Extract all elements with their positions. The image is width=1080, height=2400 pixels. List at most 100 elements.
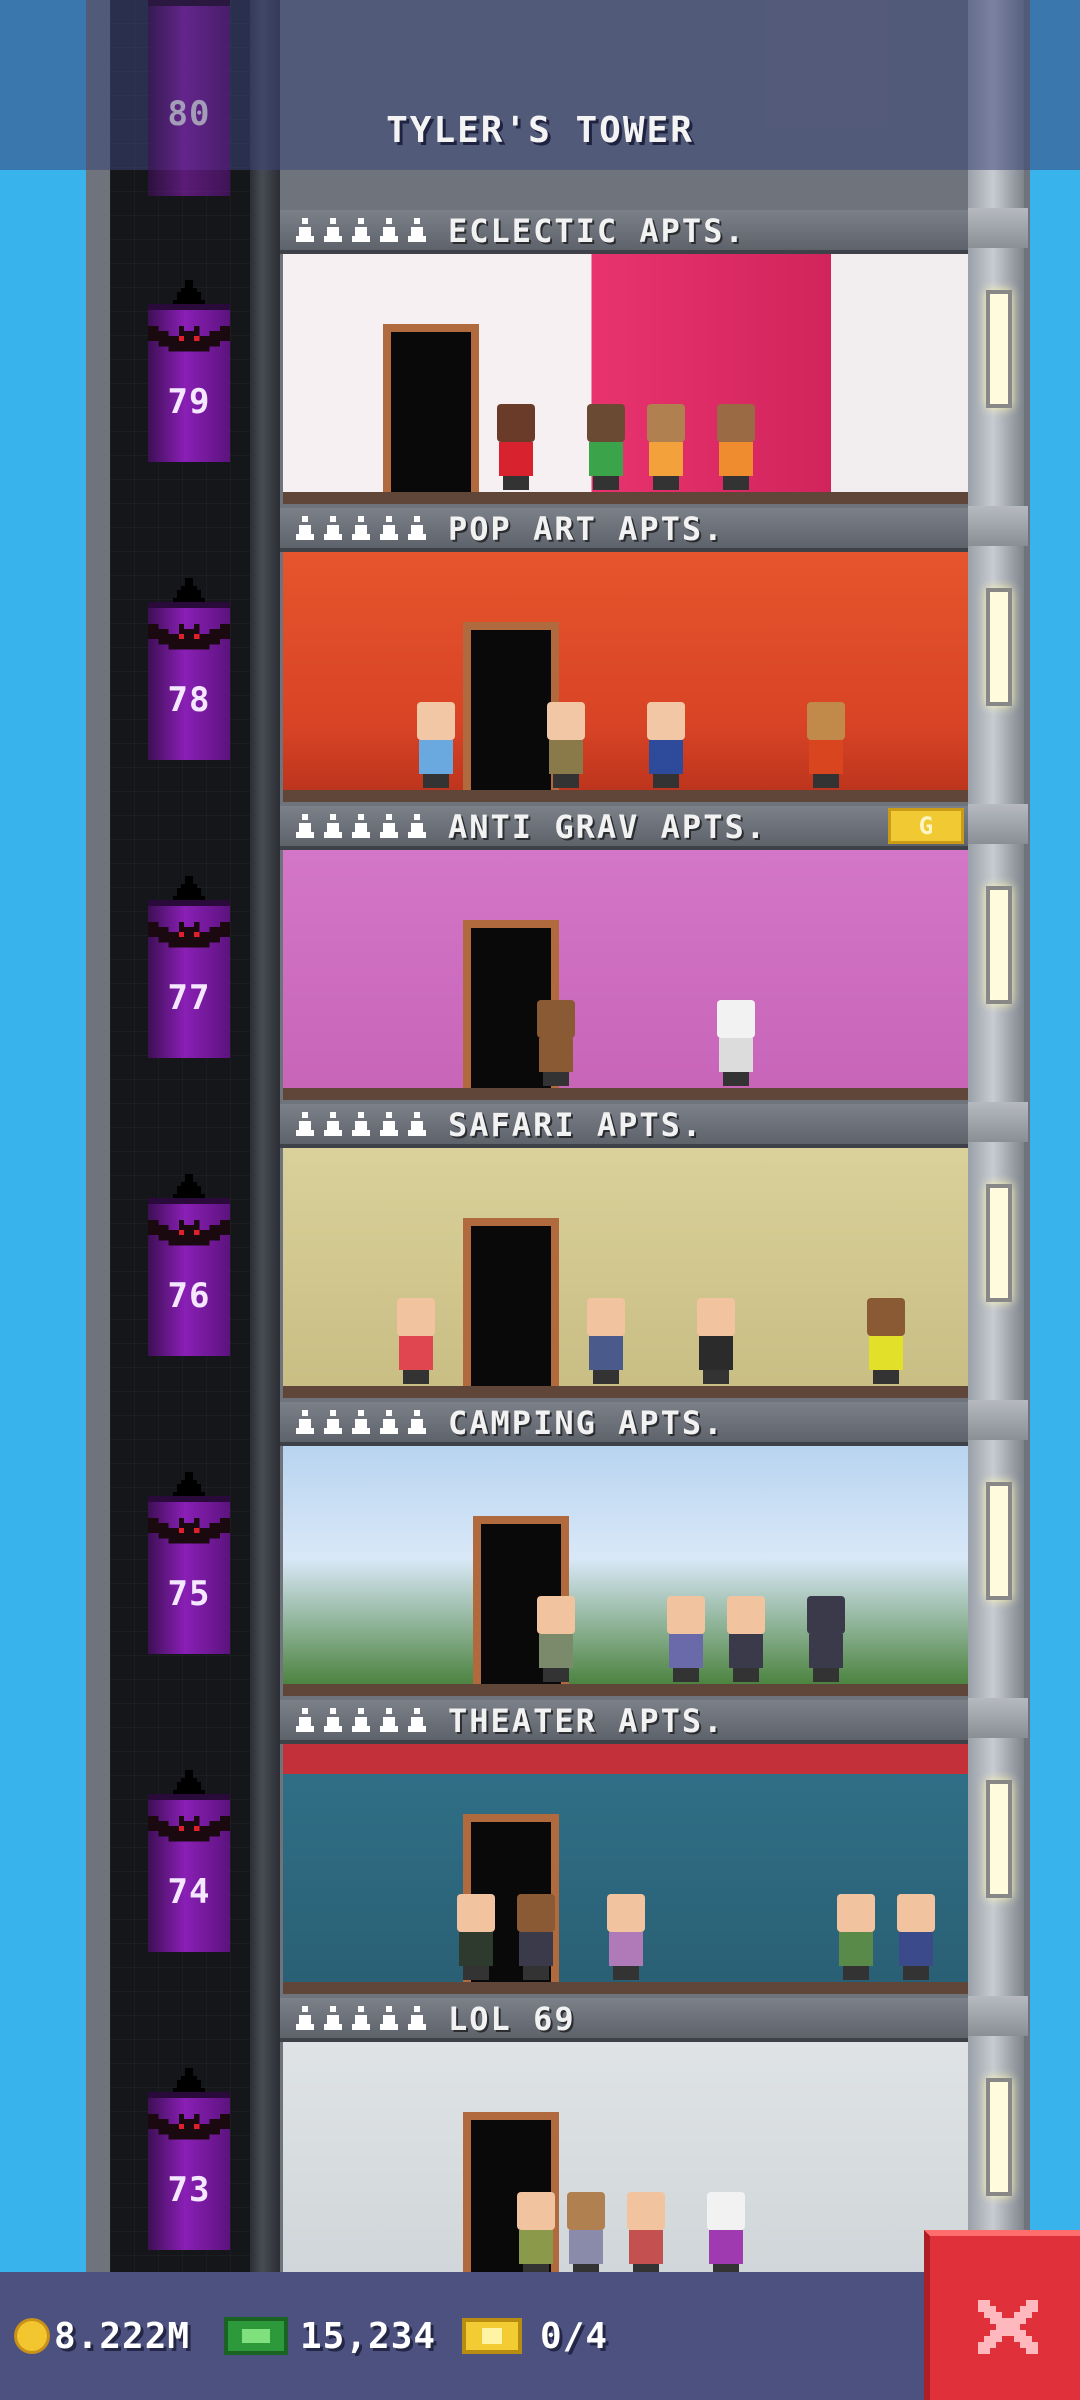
bitizen[interactable]	[723, 1596, 769, 1682]
bitizen[interactable]	[543, 702, 589, 788]
bitizen-slot-icon	[324, 218, 342, 242]
close-button[interactable]	[924, 2230, 1080, 2400]
bitizen[interactable]	[623, 2192, 669, 2278]
bitizen[interactable]	[833, 1894, 879, 1980]
apartment-room[interactable]	[283, 850, 968, 1100]
bitizen[interactable]	[713, 1000, 759, 1086]
bitizen-slot-icon	[352, 218, 370, 242]
floor-78[interactable]: 78 POP ART APTS.	[0, 506, 1080, 806]
elevator-car[interactable]: 76	[148, 1198, 230, 1356]
apartment-door	[463, 1218, 559, 1386]
floor-sign: POP ART APTS.	[280, 508, 968, 552]
elevator-floor-number: 79	[167, 382, 211, 422]
title-bar: 80 TYLER'S TOWER	[0, 0, 1080, 196]
golden-badge-icon[interactable]: G	[888, 808, 964, 844]
floor-sign: LOL 69	[280, 1998, 968, 2042]
floor-79[interactable]: 79 ECLECTIC APTS.	[0, 208, 1080, 508]
floor-sign: SAFARI APTS.	[280, 1104, 968, 1148]
apartment-room[interactable]	[283, 1744, 968, 1994]
elevator-car[interactable]: 79	[148, 304, 230, 462]
bitizen[interactable]	[413, 702, 459, 788]
bitizen-slot-icon	[296, 1112, 314, 1136]
elevator-car[interactable]: 74	[148, 1794, 230, 1952]
pillar-bracket	[968, 804, 1028, 844]
bitizen-slot-icon	[408, 1708, 426, 1732]
pillar-bracket	[968, 1698, 1028, 1738]
apartment-room[interactable]	[283, 254, 968, 504]
bitizen[interactable]	[643, 702, 689, 788]
pillar-bracket	[968, 506, 1028, 546]
bitizen-slot-icon	[352, 516, 370, 540]
bitizen-slot-icon	[352, 2006, 370, 2030]
bat-icon	[148, 2113, 230, 2140]
pillar-bracket	[968, 1400, 1028, 1440]
close-icon	[978, 2300, 1038, 2354]
bitizen[interactable]	[513, 1894, 559, 1980]
bitizen[interactable]	[533, 1000, 579, 1086]
bitizen-slot-icon	[380, 814, 398, 838]
bitizen-slots	[294, 516, 428, 540]
bitizen-slot-icon	[324, 2006, 342, 2030]
floor-76[interactable]: 76 SAFARI APTS.	[0, 1102, 1080, 1402]
bitizen[interactable]	[713, 404, 759, 490]
bitizen[interactable]	[533, 1596, 579, 1682]
pillar-light	[986, 1482, 1012, 1600]
apartment-room[interactable]	[283, 1446, 968, 1696]
apartment-room[interactable]	[283, 2042, 968, 2292]
bitizen[interactable]	[893, 1894, 939, 1980]
bitizen-slot-icon	[352, 1410, 370, 1434]
bitizen[interactable]	[643, 404, 689, 490]
bitizen-slot-icon	[352, 1708, 370, 1732]
bitizen-slots	[294, 1708, 428, 1732]
bitizen[interactable]	[803, 1596, 849, 1682]
floor-74[interactable]: 74 THEATER APTS.	[0, 1698, 1080, 1998]
tickets-counter[interactable]: 0/4	[462, 2308, 608, 2364]
bitizen[interactable]	[583, 1298, 629, 1384]
elevator-car-top[interactable]: 80	[148, 0, 230, 196]
tower-title: TYLER'S TOWER	[386, 110, 694, 151]
bitizen-slot-icon	[408, 1410, 426, 1434]
floor-77[interactable]: 77 ANTI GRAV APTS. G	[0, 804, 1080, 1104]
bitizen[interactable]	[663, 1596, 709, 1682]
apartment-room[interactable]	[283, 1148, 968, 1398]
floor-name: LOL 69	[448, 2000, 576, 2038]
elevator-car[interactable]: 78	[148, 602, 230, 760]
bitizen[interactable]	[513, 2192, 559, 2278]
pillar-bracket	[968, 1996, 1028, 2036]
floor-sign: ANTI GRAV APTS. G	[280, 806, 968, 850]
floor-name: ANTI GRAV APTS.	[448, 808, 767, 846]
pillar-light	[986, 588, 1012, 706]
bat-icon	[148, 623, 230, 650]
bitizen[interactable]	[393, 1298, 439, 1384]
bitizen[interactable]	[603, 1894, 649, 1980]
bitizen[interactable]	[563, 2192, 609, 2278]
bitizen[interactable]	[803, 702, 849, 788]
pillar-light	[986, 886, 1012, 1004]
bitizen[interactable]	[583, 404, 629, 490]
elevator-car[interactable]: 75	[148, 1496, 230, 1654]
elevator-car[interactable]: 77	[148, 900, 230, 1058]
elevator-floor-number: 75	[167, 1574, 211, 1614]
resource-bar: 8.222M 15,234 0/4	[0, 2272, 924, 2400]
bitizen[interactable]	[703, 2192, 749, 2278]
bux-counter[interactable]: 15,234	[224, 2308, 436, 2364]
bitizen[interactable]	[693, 1298, 739, 1384]
bitizen-slots	[294, 814, 428, 838]
pillar-light	[986, 290, 1012, 408]
apartment-room[interactable]	[283, 552, 968, 802]
bat-icon	[148, 921, 230, 948]
bitizen[interactable]	[493, 404, 539, 490]
pillar-light	[986, 1780, 1012, 1898]
floor-75[interactable]: 75 CAMPING APTS.	[0, 1400, 1080, 1700]
bitizen-slots	[294, 1410, 428, 1434]
coins-counter[interactable]: 8.222M	[14, 2308, 190, 2364]
bitizen[interactable]	[863, 1298, 909, 1384]
elevator-floor-number: 74	[167, 1872, 211, 1912]
bat-icon	[148, 1219, 230, 1246]
bitizen-slot-icon	[380, 1410, 398, 1434]
floor-73[interactable]: 73 LOL 69	[0, 1996, 1080, 2296]
apartment-door	[383, 324, 479, 492]
elevator-car[interactable]: 73	[148, 2092, 230, 2250]
bitizen[interactable]	[453, 1894, 499, 1980]
bat-icon	[148, 1815, 230, 1842]
